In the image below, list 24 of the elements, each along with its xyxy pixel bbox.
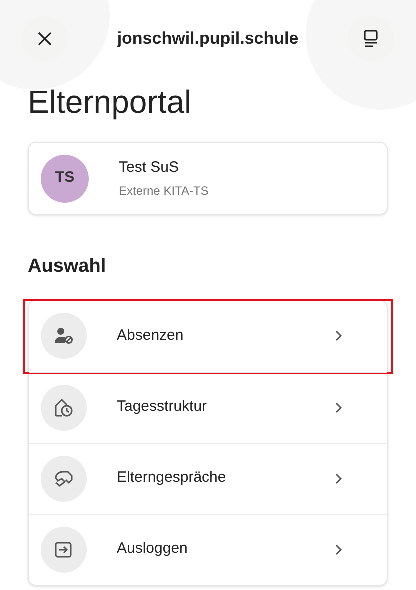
menu-label: Elterngespräche xyxy=(117,468,228,488)
page-title: Elternportal xyxy=(28,86,193,118)
menu-item[interactable]: Ausloggen xyxy=(29,514,387,584)
panel-icon xyxy=(362,30,379,48)
menu-label: Ausloggen xyxy=(117,539,189,560)
chevron-right-icon xyxy=(335,544,343,556)
menu-item[interactable]: Absenzen xyxy=(25,300,391,372)
menu-label: Tagesstruktur xyxy=(117,397,208,418)
section-title: Auswahl xyxy=(28,255,108,279)
menu-label: Absenzen xyxy=(117,326,185,346)
exit-icon xyxy=(54,540,74,558)
handshake-icon xyxy=(53,468,75,488)
person-icon xyxy=(54,327,74,345)
student-group: Externe KITA-TS xyxy=(119,182,209,200)
chevron-right-icon xyxy=(335,472,343,484)
menu-item[interactable]: Elterngespräche xyxy=(29,442,387,514)
site-title: jonschwil.pupil.schule xyxy=(117,28,299,50)
chevron-right-icon xyxy=(335,402,343,414)
student-name: Test SuS xyxy=(119,158,180,178)
chevron-right-icon xyxy=(335,330,343,342)
house-clock-icon xyxy=(53,398,75,418)
menu-item[interactable]: Tagesstruktur xyxy=(29,372,387,442)
close-icon xyxy=(37,31,53,47)
student-avatar: TS xyxy=(41,154,89,202)
